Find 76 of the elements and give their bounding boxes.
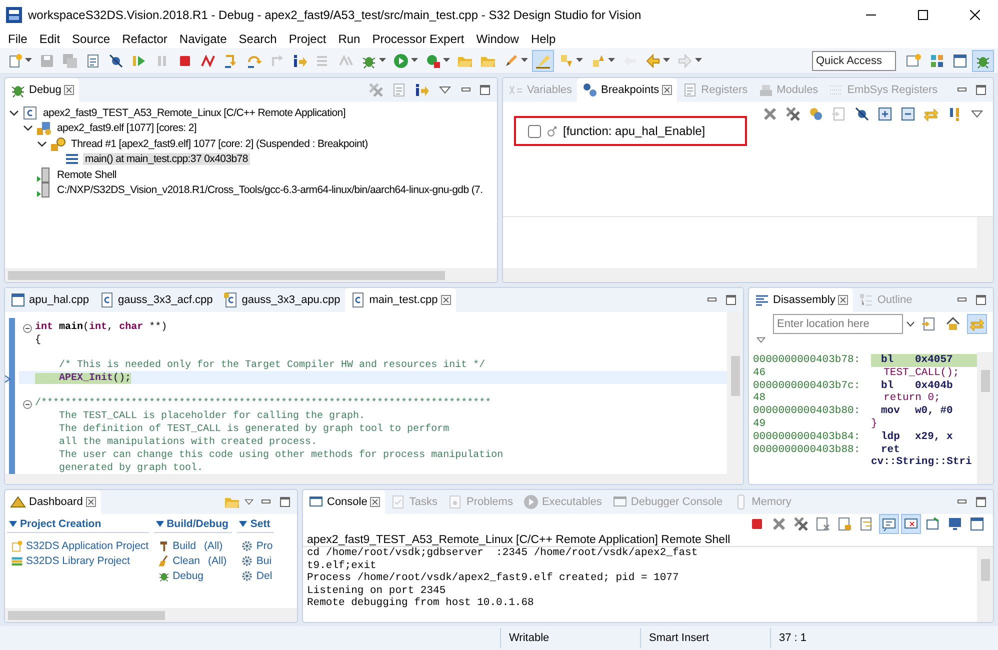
console-line: cd /home/root/vsdk;gdbserver :2345 /home/root/vsdk/apex2_fast [306, 547, 699, 560]
dashboard-link[interactable]: Bui [237, 553, 274, 568]
menu-item[interactable]: Navigate [173, 30, 233, 48]
instruction: ret [880, 444, 901, 456]
address: 0000000000403b88: [752, 444, 862, 456]
console-line: t9.elf;exit [306, 560, 378, 572]
view-tab[interactable]: Dashboard [5, 490, 101, 514]
code-line: all the manipulations with created process. [58, 437, 318, 448]
location-field[interactable]: Enter location here [773, 314, 903, 334]
menu-item[interactable]: Run [332, 30, 366, 48]
menu-item[interactable]: Edit [33, 30, 66, 48]
quick-access-field[interactable]: Quick Access [812, 50, 896, 70]
dashboard-link[interactable]: Build (All) [154, 538, 232, 553]
instruction: mov w0, #0 [880, 405, 954, 418]
menu-item[interactable]: Refactor [116, 30, 174, 48]
source-line: } [871, 418, 878, 431]
view-tab[interactable]: Console [303, 490, 386, 514]
view-tab[interactable]: gauss_3x3_acf.cpp [94, 288, 218, 312]
menu-item[interactable]: Project [282, 30, 332, 48]
breakpoint-label[interactable]: [function: apu_hal_Enable] [563, 124, 706, 138]
tree-item[interactable]: apex2_fast9.elf [1077] [cores: 2] [55, 122, 199, 134]
view-tab[interactable]: main_test.cpp [345, 288, 456, 312]
code-line: The user can change this code using other methods for process manipulation [58, 450, 504, 461]
console-line: Listening on port 2345 [306, 584, 447, 597]
line-number: 46 [752, 366, 767, 380]
section-title: Sett [250, 518, 270, 530]
view-tab[interactable]: Breakpoints [577, 78, 678, 102]
section-title: Project Creation [20, 518, 102, 530]
status-field: 37 : 1 [770, 628, 850, 648]
view-tab[interactable]: Disassembly [749, 288, 854, 312]
section-title: Build/Debug [166, 518, 228, 530]
tree-item[interactable]: Remote Shell [55, 168, 118, 181]
view-tab[interactable]: apu_hal.cpp [5, 288, 94, 312]
code-line: int main(int, char **) [35, 322, 168, 333]
line-number: 49 [752, 418, 767, 431]
tree-item[interactable]: main() at main_test.cpp:37 0x403b78 [83, 153, 250, 166]
address: 0000000000403b80: [752, 405, 862, 418]
dashboard-link[interactable]: S32DS Application Project [7, 538, 149, 553]
source-line: TEST_CALL(); [882, 366, 960, 380]
menu-item[interactable]: Search [232, 30, 283, 48]
tree-item[interactable]: apex2_fast9_TEST_A53_Remote_Linux [C/C++ Remote Application] [41, 106, 348, 119]
view-tab[interactable]: Debug [5, 78, 80, 102]
menu-item[interactable]: File [2, 30, 34, 48]
instruction: bl 0x4057 [871, 354, 977, 367]
tree-item[interactable]: C:/NXP/S32DS_Vision_v2018.R1/Cross_Tools/gcc-6.3-arm64-linux/bin/aarch64-linux-gnu-gdb (7. [55, 184, 485, 196]
dashboard-link[interactable]: Del [237, 568, 274, 583]
instruction: ldp x29, x [880, 430, 954, 444]
view-tab[interactable]: gauss_3x3_apu.cpp [218, 288, 346, 312]
console-line: Remote debugging from host 10.0.1.68 [306, 597, 535, 610]
dashboard-link[interactable]: Debug [154, 568, 232, 583]
menu-item[interactable]: Window [470, 30, 525, 48]
code-line: /*************************************************************************** [35, 398, 492, 409]
dashboard-link[interactable]: S32DS Library Project [7, 553, 149, 568]
status-field: Smart Insert [640, 628, 770, 648]
console-title: apex2_fast9_TEST_A53_Remote_Linux [C/C++ Remote Application] Remote Shell [306, 534, 732, 546]
tree-item[interactable]: Thread #1 [apex2_fast9.elf] 1077 [core: 2] (Suspended : Breakpoint) [69, 138, 370, 150]
line-number: 48 [752, 392, 767, 405]
console-line: Process /home/root/vsdk/apex2_fast9.elf created; pid = 1077 [306, 572, 680, 584]
code-line: The TEST_CALL is placeholder for calling the graph. [58, 411, 366, 422]
menu-item[interactable]: Processor Expert [366, 30, 470, 48]
instruction: bl 0x404b [880, 380, 954, 392]
dashboard-link[interactable]: Pro [237, 538, 274, 553]
window-title: workspaceS32DS.Vision.2018.R1 - Debug - apex2_fast9/A53_test/src/main_test.cpp - S32 Design Studio for Vision [28, 8, 642, 22]
source-line: return 0; [882, 392, 942, 406]
code-line: The definition of TEST_CALL is generated by graph tool to perform [58, 424, 450, 435]
status-field: Writable [500, 628, 640, 648]
address: 0000000000403b84: [752, 430, 862, 444]
address: 0000000000403b7c: [752, 380, 862, 392]
code-line: generated by graph tool. [58, 463, 204, 474]
menu-item[interactable]: Source [66, 30, 116, 48]
address: 0000000000403b78: [752, 354, 862, 367]
code-line: /* This is needed only for the Target Compiler HW and resources init */ [58, 360, 486, 371]
code-line: { [35, 335, 42, 346]
dashboard-link[interactable]: Clean (All) [154, 553, 232, 568]
menu-item[interactable]: Help [524, 30, 562, 48]
symbol-label: cv::String::Stri [871, 456, 973, 470]
